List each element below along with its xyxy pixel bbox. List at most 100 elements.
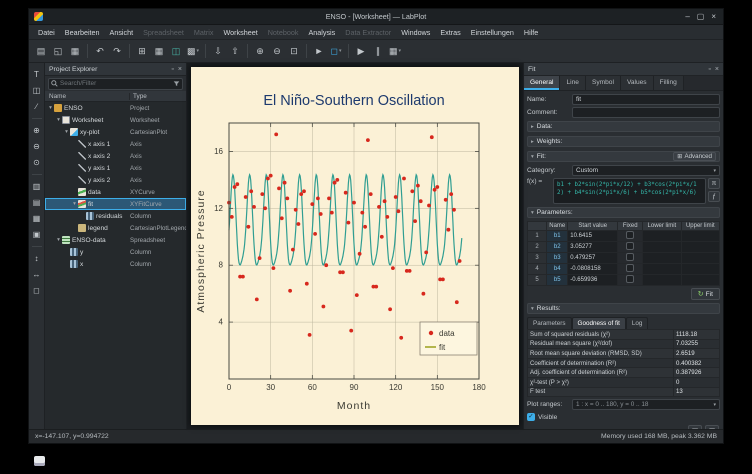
menu-analysis[interactable]: Analysis	[303, 25, 340, 40]
zoom-in-button[interactable]: ⊕	[252, 43, 268, 59]
fixed-checkbox[interactable]	[626, 253, 634, 261]
zoom-in-tool-button[interactable]: ⊕	[30, 124, 43, 137]
minimize-button[interactable]: –	[685, 9, 689, 25]
name-field[interactable]	[572, 94, 720, 105]
zoom-out-button[interactable]: ⊖	[269, 43, 285, 59]
param-lower-limit[interactable]	[643, 275, 681, 286]
menu-hilfe[interactable]: Hilfe	[519, 25, 543, 40]
zoom-select-mode-button[interactable]: ◻▾	[328, 43, 344, 59]
tree-item-x[interactable]: xColumn	[45, 258, 186, 270]
param-upper-limit[interactable]	[681, 242, 719, 253]
new-spreadsheet-button[interactable]: ⊞	[134, 43, 150, 59]
tab-general[interactable]: General	[524, 76, 560, 90]
tree-item-legend[interactable]: legendCartesianPlotLegend	[45, 222, 186, 234]
title-bar[interactable]: ENSO - [Worksheet] — LabPlot – ▢ ×	[29, 9, 723, 25]
taskbar-app-icon[interactable]	[34, 456, 45, 466]
cursor-mode-button[interactable]: ►	[311, 43, 327, 59]
save-project-button[interactable]: ▦	[67, 43, 83, 59]
run-fit-button[interactable]: ↻ Fit	[691, 288, 720, 300]
new-matrix-button[interactable]: ▦	[151, 43, 167, 59]
fixed-checkbox[interactable]	[626, 242, 634, 250]
search-box[interactable]	[48, 78, 183, 90]
param-start-value[interactable]: 10.6415	[568, 231, 618, 242]
tree-item-fit[interactable]: ▾fitXYFitCurve	[45, 198, 186, 210]
param-lower-limit[interactable]	[643, 231, 681, 242]
new-worksheet-button[interactable]: ◫	[168, 43, 184, 59]
tree-column-header[interactable]: Name Type	[45, 91, 186, 102]
name-column-header[interactable]: Name	[45, 93, 130, 100]
param-lower-limit[interactable]	[643, 242, 681, 253]
category-select[interactable]: Custom ▾	[572, 165, 720, 176]
run-button[interactable]: ▶	[353, 43, 369, 59]
menu-extras[interactable]: Extras	[435, 25, 465, 40]
import-button[interactable]: ⇩	[210, 43, 226, 59]
grid-layout-button[interactable]: ▦	[30, 212, 43, 225]
param-lower-limit[interactable]	[643, 253, 681, 264]
float-dock-icon[interactable]: ▫	[708, 66, 710, 73]
data-section-header[interactable]: ▸ Data:	[527, 121, 720, 132]
fixed-checkbox[interactable]	[626, 275, 634, 283]
menu-ansicht[interactable]: Ansicht	[105, 25, 139, 40]
menu-notebook[interactable]: Notebook	[263, 25, 304, 40]
menu-spreadsheet[interactable]: Spreadsheet	[138, 25, 189, 40]
filter-icon[interactable]	[173, 80, 180, 87]
tree-item-y[interactable]: yColumn	[45, 246, 186, 258]
tree-item-y-axis-1[interactable]: y axis 1Axis	[45, 162, 186, 174]
search-input[interactable]	[60, 80, 171, 87]
weights-section-header[interactable]: ▸ Weights:	[527, 136, 720, 147]
fixed-checkbox[interactable]	[626, 231, 634, 239]
visible-checkbox[interactable]: ✓	[527, 413, 535, 421]
pause-button[interactable]: ∥	[370, 43, 386, 59]
menu-worksheet[interactable]: Worksheet	[218, 25, 262, 40]
insert-function-button[interactable]: ƒ	[708, 191, 720, 202]
param-start-value[interactable]: 0.479257	[568, 253, 618, 264]
open-project-button[interactable]: ◱	[50, 43, 66, 59]
results-tab-goodness-of-fit[interactable]: Goodness of fit	[572, 317, 626, 329]
fixed-checkbox[interactable]	[626, 264, 634, 272]
tree-item-x-axis-1[interactable]: x axis 1Axis	[45, 138, 186, 150]
close-button[interactable]: ×	[711, 9, 716, 25]
tree-item-x-axis-2[interactable]: x axis 2Axis	[45, 150, 186, 162]
comment-field[interactable]	[572, 107, 720, 118]
float-dock-icon[interactable]: ▫	[171, 66, 173, 73]
menu-data-extractor[interactable]: Data Extractor	[340, 25, 396, 40]
break-layout-button[interactable]: ▣	[30, 228, 43, 241]
close-dock-icon[interactable]: ×	[178, 66, 182, 73]
export-button[interactable]: ⇧	[227, 43, 243, 59]
type-column-header[interactable]: Type	[130, 93, 186, 100]
menu-windows[interactable]: Windows	[396, 25, 435, 40]
menu-einstellungen[interactable]: Einstellungen	[466, 25, 519, 40]
tree-item-y-axis-2[interactable]: y axis 2Axis	[45, 174, 186, 186]
plot-ranges-select[interactable]: 1 : x = 0 .. 180, y = 0 .. 18 ▾	[572, 399, 720, 410]
param-lower-limit[interactable]	[643, 264, 681, 275]
vertical-layout-button[interactable]: ▥	[30, 180, 43, 193]
new-notebook-button[interactable]: ▩▾	[185, 43, 201, 59]
tree-item-enso-data[interactable]: ▾ENSO-dataSpreadsheet	[45, 234, 186, 246]
parameters-section-header[interactable]: ▾ Parameters:	[527, 207, 720, 218]
insert-constant-button[interactable]: π	[708, 178, 720, 189]
zoom-out-tool-button[interactable]: ⊖	[30, 140, 43, 153]
tab-line[interactable]: Line	[560, 76, 585, 90]
worksheet-view[interactable]: 0306090120150180481216El Niño-Southern O…	[187, 63, 523, 429]
redo-button[interactable]: ↷	[109, 43, 125, 59]
tab-filling[interactable]: Filling	[654, 76, 684, 90]
tree-item-worksheet[interactable]: ▾WorksheetWorksheet	[45, 114, 186, 126]
undo-button[interactable]: ↶	[92, 43, 108, 59]
results-tab-log[interactable]: Log	[626, 317, 649, 329]
zoom-fit-button[interactable]: ⊡	[286, 43, 302, 59]
maximize-button[interactable]: ▢	[697, 9, 705, 25]
tree-item-residuals[interactable]: residualsColumn	[45, 210, 186, 222]
param-upper-limit[interactable]	[681, 231, 719, 242]
select-region-button[interactable]: ◻	[30, 284, 43, 297]
worksheet-paper[interactable]: 0306090120150180481216El Niño-Southern O…	[191, 67, 519, 425]
tab-values[interactable]: Values	[621, 76, 654, 90]
tab-symbol[interactable]: Symbol	[586, 76, 621, 90]
results-tab-parameters[interactable]: Parameters	[527, 317, 572, 329]
fit-to-height-button[interactable]: ↕	[30, 252, 43, 265]
image-tool-button[interactable]: ◫	[30, 84, 43, 97]
results-section-header[interactable]: ▾ Results:	[527, 303, 720, 314]
zoom-origin-button[interactable]: ⊙	[30, 156, 43, 169]
grid-options-button[interactable]: ▦▾	[387, 43, 403, 59]
formula-editor[interactable]: b1 + b2*sin(2*pi*x/12) + b3*cos(2*pi*x/1…	[553, 178, 706, 204]
menu-datei[interactable]: Datei	[33, 25, 60, 40]
